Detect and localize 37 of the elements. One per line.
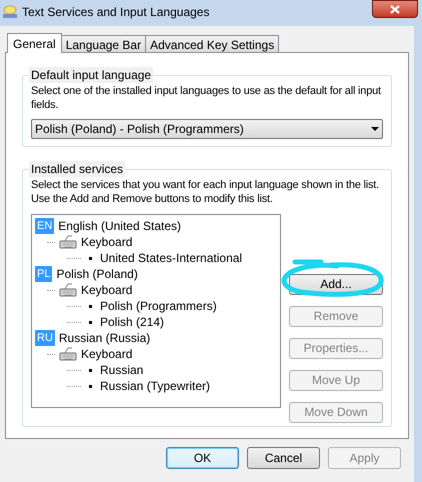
close-icon [390, 4, 400, 14]
window-title: Text Services and Input Languages [22, 4, 210, 21]
bullet-icon [89, 256, 92, 260]
bullet-icon [89, 320, 92, 324]
description-text: Select one of the installed input languages to use as the default for all input fields. [31, 84, 382, 112]
tree-item[interactable]: Keyboard [81, 346, 132, 362]
tree-item[interactable]: Russian (Typewriter) [100, 378, 210, 394]
keyboard-icon [59, 283, 77, 297]
dialog-button[interactable]: OK [166, 447, 239, 469]
tree-item[interactable]: United States-International [100, 250, 242, 266]
tree-item[interactable]: Polish (Programmers) [100, 298, 217, 314]
bullet-icon [89, 304, 92, 308]
tree-item[interactable]: Russian (Russia) [58, 330, 150, 346]
group-title: Default input language [29, 67, 154, 83]
language-badge: PL [35, 266, 52, 282]
bullet-icon [89, 384, 92, 388]
tab[interactable]: Advanced Key Settings [146, 35, 280, 52]
tree-item[interactable]: Russian [100, 362, 144, 378]
language-badge: RU [35, 330, 55, 346]
tree-item[interactable]: Keyboard [81, 282, 132, 298]
tree-item[interactable]: Polish (214) [100, 314, 164, 330]
keyboard-icon [59, 235, 77, 249]
tab[interactable]: Language Bar [62, 35, 146, 52]
bullet-icon [89, 368, 92, 372]
tree-item[interactable]: Keyboard [81, 234, 132, 250]
dialog-button[interactable]: Cancel [247, 447, 320, 469]
app-icon [2, 4, 18, 20]
tab[interactable]: General [7, 33, 62, 53]
dropdown-arrow-icon [371, 127, 379, 131]
language-badge: EN [35, 218, 54, 234]
keyboard-icon [59, 347, 77, 361]
group-title: Installed services [29, 161, 126, 177]
tree-item[interactable]: Polish (Poland) [56, 266, 138, 282]
language-dropdown[interactable]: Polish (Poland) - Polish (Programmers) [31, 119, 383, 139]
tree-item[interactable]: English (United States) [58, 218, 182, 234]
close-button[interactable] [372, 0, 418, 18]
description-text: Select the services that you want for each input language shown in the list. Use the Add and Remove buttons to modify this list. [31, 178, 380, 206]
